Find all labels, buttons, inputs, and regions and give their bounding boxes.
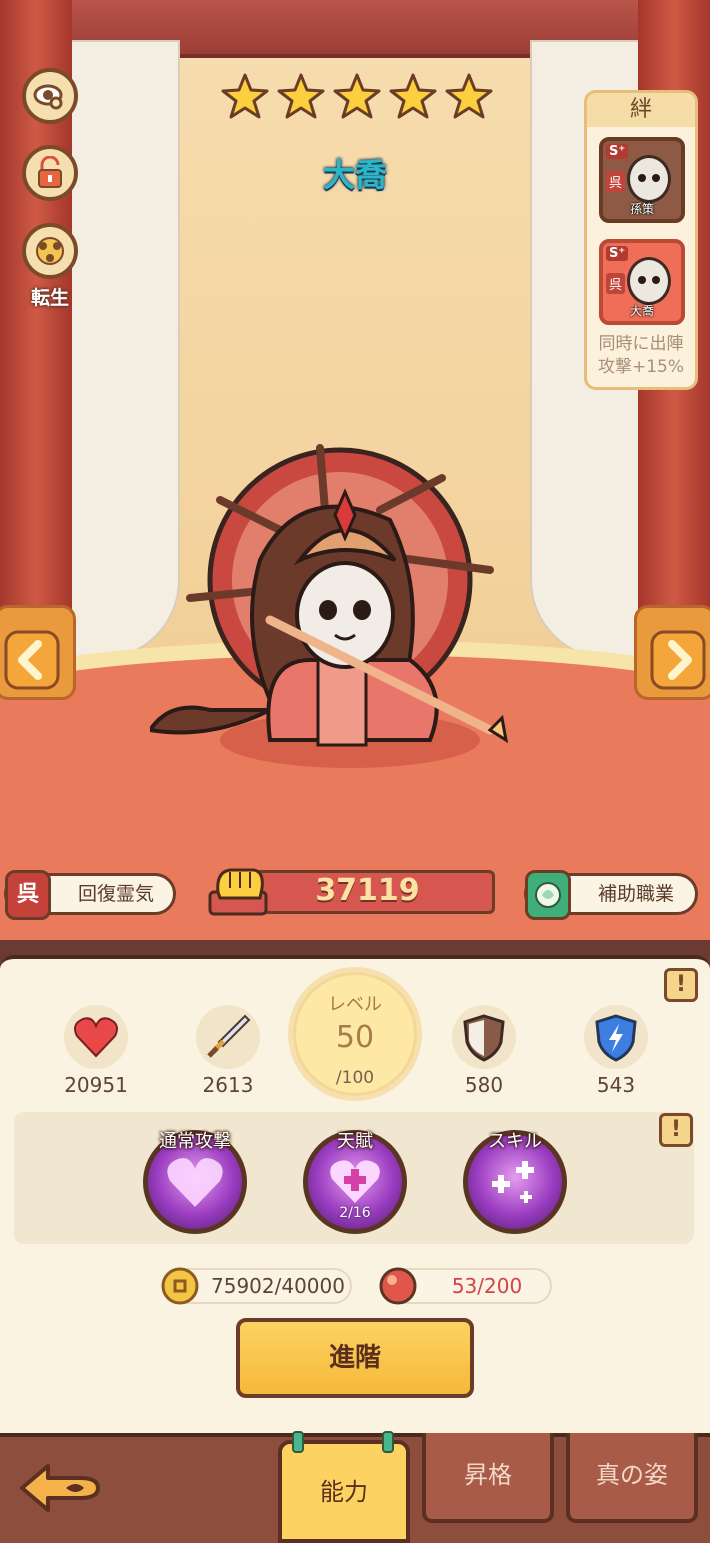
red-orb-icon (379, 1267, 417, 1305)
hero-portrait (627, 155, 671, 203)
tab-pin (382, 1431, 394, 1453)
faction-badge: 呉 (606, 171, 626, 192)
bond-bonus-line: 同時に出陣 (598, 334, 684, 354)
next-hero-arrow-icon[interactable] (650, 630, 706, 690)
power-value: 37119 (315, 873, 420, 908)
rebirth-label: 転生 (30, 287, 69, 309)
combat-power: 37119 (200, 858, 510, 918)
sparkle-plus-icon (492, 1161, 534, 1203)
grade-badge: S⁺ (606, 246, 629, 261)
advance-button[interactable]: 進階 (236, 1318, 474, 1398)
heart-icon (64, 1005, 128, 1069)
leaf-icon (535, 882, 561, 908)
hero-portrait (627, 257, 671, 305)
lightning-shield-icon (584, 1005, 648, 1069)
tab-ability[interactable]: 能力 (278, 1440, 410, 1543)
gold-cost: 75902/40000 (161, 1267, 352, 1305)
star-icon (389, 73, 437, 119)
stat-hp: 20951 (46, 1005, 146, 1097)
star-rating (220, 72, 494, 122)
faction-badge: 呉 (5, 870, 51, 920)
shield-icon (452, 1005, 516, 1069)
level-max: /100 (335, 1068, 375, 1088)
skills-info-icon[interactable]: ! (659, 1113, 693, 1147)
hp-value: 20951 (64, 1073, 128, 1097)
bond-title: 絆 (587, 93, 695, 127)
skill-label: 天賦 (337, 1131, 373, 1152)
stat-attack: 2613 (178, 1005, 278, 1097)
star-icon (221, 73, 269, 119)
talent-progress: 2/16 (339, 1205, 371, 1221)
support-role-icon (525, 870, 571, 920)
skill-label: 通常攻撃 (159, 1131, 231, 1152)
orb-cost-value: 53/200 (451, 1274, 523, 1298)
hero-character-art (150, 444, 509, 768)
rebirth-icon (36, 237, 64, 265)
gold-coin-icon (161, 1267, 199, 1305)
tab-true-form[interactable]: 真の姿 (566, 1433, 698, 1523)
skill-label: スキル (488, 1131, 542, 1152)
view-toggle-button[interactable] (22, 68, 78, 124)
star-icon (333, 73, 381, 119)
level-label: レベル (328, 994, 382, 1015)
hero-role-pill: 補助職業 (524, 870, 698, 920)
bond-bonus-line: 攻撃+15% (597, 357, 685, 377)
gold-cost-value: 75902/40000 (211, 1274, 345, 1298)
star-icon (277, 73, 325, 119)
star-icon (445, 73, 493, 119)
bond-bonus-text: 同時に出陣 攻撃+15% (587, 333, 695, 379)
bond-card-name: 大喬 (629, 304, 654, 318)
bond-card-sunce[interactable]: S⁺ 呉 孫策 (599, 137, 685, 223)
eye-search-icon (33, 84, 63, 110)
stat-magic-defense: 543 (566, 1005, 666, 1097)
bond-card-name: 孫策 (629, 202, 654, 216)
attack-value: 2613 (202, 1073, 254, 1097)
prev-hero-arrow-icon[interactable] (4, 630, 60, 690)
stats-info-icon[interactable]: ! (664, 968, 698, 1002)
hero-type-pill: 呉 回復霊気 (4, 870, 176, 920)
stat-defense: 580 (434, 1005, 534, 1097)
heart-skill-icon (167, 1158, 223, 1207)
rebirth-button[interactable] (22, 223, 78, 279)
magic-defense-value: 543 (596, 1073, 636, 1097)
back-arrow-icon[interactable] (18, 1460, 104, 1516)
faction-badge: 呉 (606, 273, 626, 294)
fist-icon (208, 868, 268, 916)
hero-role-label: 補助職業 (597, 883, 674, 905)
tab-promotion[interactable]: 昇格 (422, 1433, 554, 1523)
bond-panel[interactable]: 絆 S⁺ 呉 孫策 S⁺ 呉 大喬 同時に出陣 攻撃+15% (584, 90, 698, 390)
defense-value: 580 (464, 1073, 504, 1097)
tab-pin (292, 1431, 304, 1453)
grade-badge: S⁺ (606, 144, 629, 159)
level-circle: レベル 50 /100 (288, 967, 422, 1101)
bond-card-daqiao[interactable]: S⁺ 呉 大喬 (599, 239, 685, 325)
orb-cost: 53/200 (379, 1267, 552, 1305)
level-value: 50 (335, 1020, 375, 1055)
sword-icon (196, 1005, 260, 1069)
hero-type-label: 回復霊気 (77, 883, 154, 905)
